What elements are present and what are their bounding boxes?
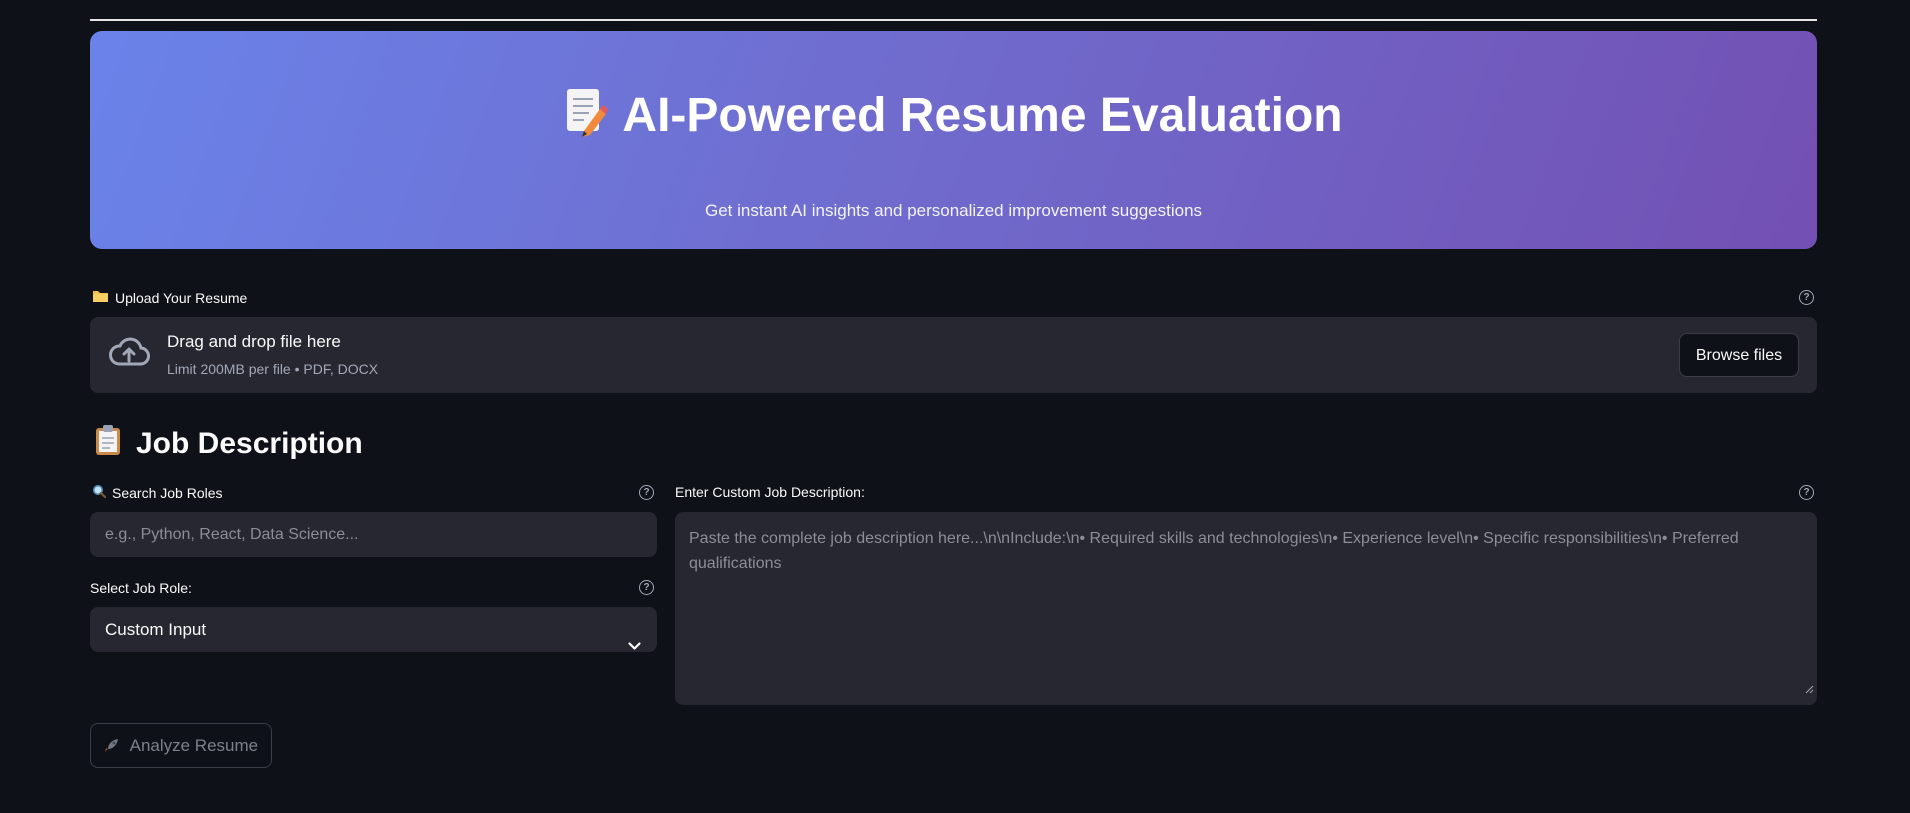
job-description-heading: Job Description xyxy=(94,424,363,464)
page-title: AI-Powered Resume Evaluation xyxy=(90,87,1817,150)
dropzone-title: Drag and drop file here xyxy=(167,332,341,351)
search-label: Search Job Roles xyxy=(92,484,223,501)
upload-label-text: Upload Your Resume xyxy=(115,289,248,306)
resize-handle-icon[interactable] xyxy=(1805,677,1814,702)
cloud-upload-icon xyxy=(108,336,150,375)
job-role-select[interactable]: Custom Input xyxy=(90,607,657,652)
analyze-resume-button[interactable]: Analyze Resume xyxy=(90,723,272,768)
clipboard-icon xyxy=(94,424,122,464)
help-icon[interactable]: ? xyxy=(639,580,654,595)
search-input[interactable]: e.g., Python, React, Data Science... xyxy=(90,512,657,557)
hero-banner: AI-Powered Resume Evaluation Get instant… xyxy=(90,31,1817,249)
help-icon[interactable]: ? xyxy=(1799,485,1814,500)
rocket-icon xyxy=(104,736,124,755)
job-description-title: Job Description xyxy=(136,427,363,460)
analyze-resume-label: Analyze Resume xyxy=(129,736,259,755)
search-label-text: Search Job Roles xyxy=(112,484,223,501)
help-icon[interactable]: ? xyxy=(639,485,654,500)
file-dropzone[interactable]: Drag and drop file here Limit 200MB per … xyxy=(90,317,1817,393)
app-page: AI-Powered Resume Evaluation Get instant… xyxy=(0,0,1910,813)
memo-icon xyxy=(564,87,609,150)
page-title-text: AI-Powered Resume Evaluation xyxy=(622,89,1343,142)
page-subtitle: Get instant AI insights and personalized… xyxy=(704,201,1203,220)
divider xyxy=(90,19,1817,21)
browse-files-button[interactable]: Browse files xyxy=(1679,333,1799,377)
dropzone-limit: Limit 200MB per file • PDF, DOCX xyxy=(167,361,379,377)
help-icon[interactable]: ? xyxy=(1799,290,1814,305)
job-role-select-value: Custom Input xyxy=(105,620,207,639)
custom-jd-textarea[interactable]: Paste the complete job description here.… xyxy=(675,512,1817,705)
select-label: Select Job Role: xyxy=(90,580,192,596)
folder-icon xyxy=(92,289,109,306)
magnifier-icon xyxy=(92,484,107,501)
custom-jd-label: Enter Custom Job Description: xyxy=(675,484,865,500)
upload-label: Upload Your Resume xyxy=(92,289,247,306)
chevron-down-icon xyxy=(628,623,641,668)
custom-jd-placeholder: Paste the complete job description here.… xyxy=(689,530,1739,572)
